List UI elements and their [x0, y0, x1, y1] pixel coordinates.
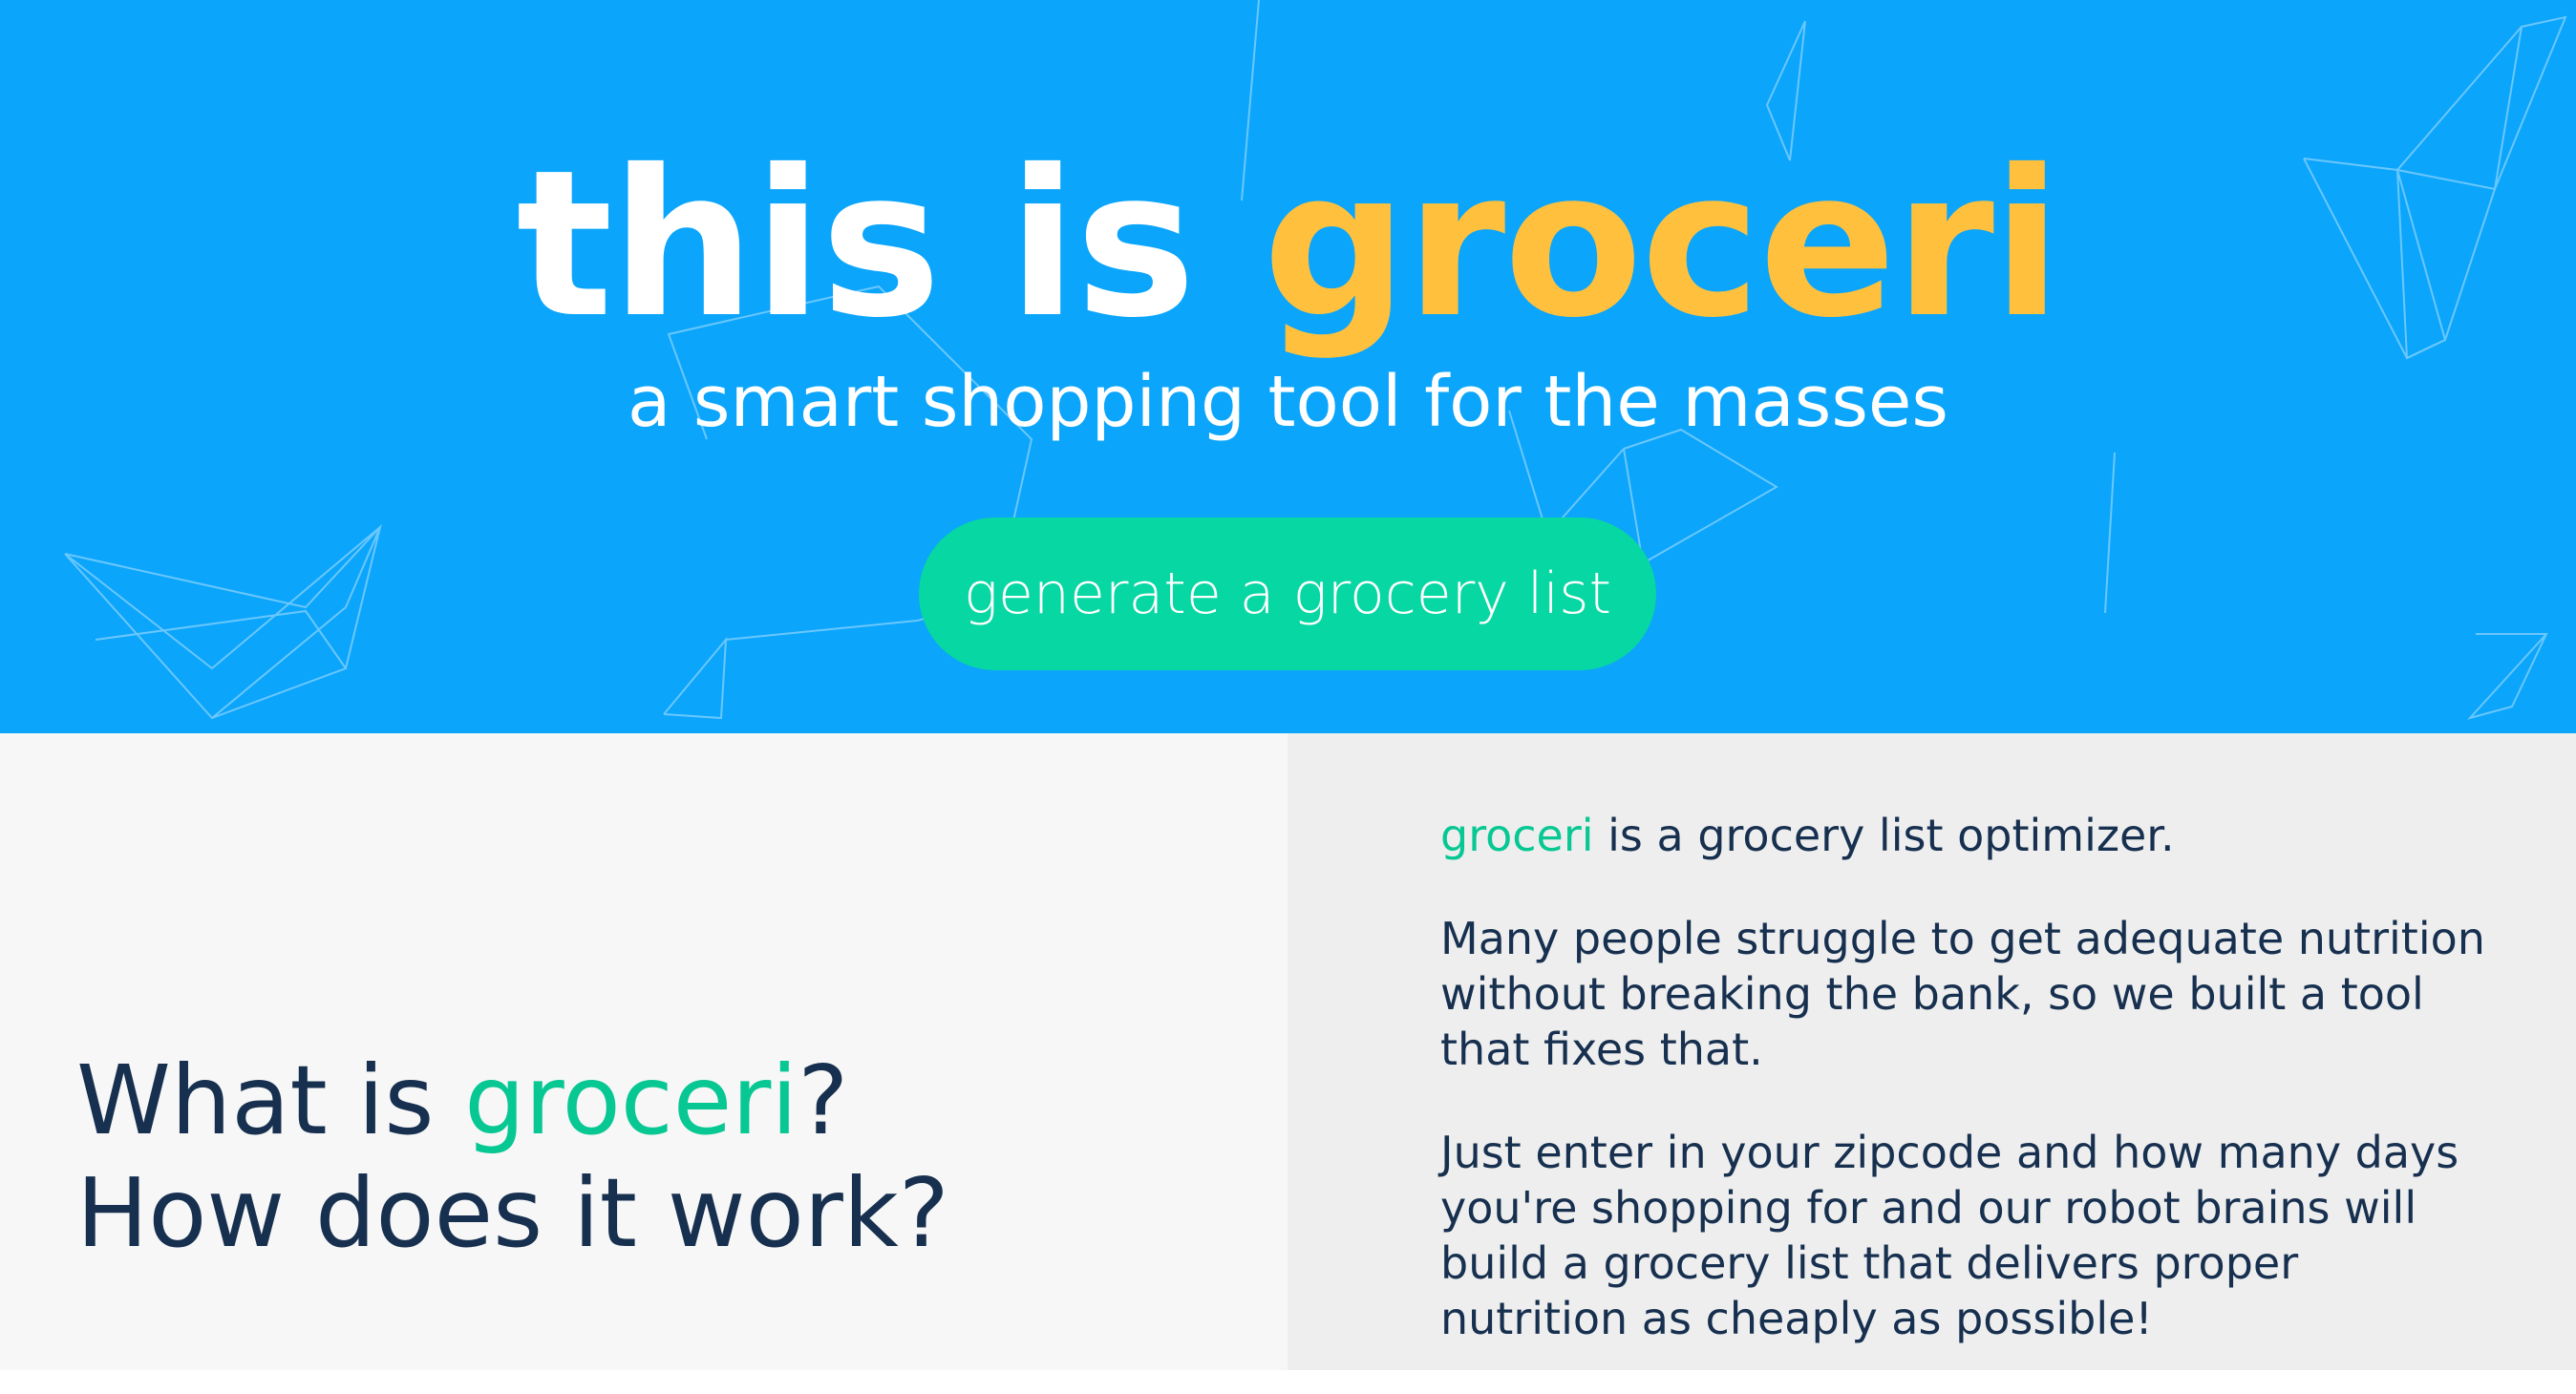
- description-panel: groceri is a grocery list optimizer. Man…: [1288, 733, 2576, 1370]
- hero-title-prefix: this is: [516, 126, 1263, 362]
- generate-grocery-list-button[interactable]: generate a grocery list: [919, 517, 1656, 670]
- what-is-panel: What is groceri? How does it work?: [0, 733, 1288, 1370]
- intro-rest: is a grocery list optimizer.: [1593, 810, 2175, 861]
- heading-line-1: What is groceri?: [76, 1045, 949, 1157]
- heading-brand: groceri: [464, 1045, 798, 1156]
- heading-suffix: ?: [798, 1045, 849, 1156]
- problem-paragraph: Many people struggle to get adequate nut…: [1440, 913, 2485, 1075]
- section-heading: What is groceri? How does it work?: [76, 1045, 949, 1270]
- hero-section: this is groceri a smart shopping tool fo…: [0, 0, 2576, 733]
- intro-brand: groceri: [1440, 810, 1594, 861]
- heading-line-2: How does it work?: [76, 1157, 949, 1269]
- description-text: groceri is a grocery list optimizer. Man…: [1440, 808, 2491, 1394]
- hero-title: this is groceri: [0, 143, 2576, 346]
- heading-prefix: What is: [76, 1045, 465, 1156]
- hero-subtitle: a smart shopping tool for the masses: [628, 361, 1948, 443]
- hero-title-brand: groceri: [1262, 126, 2062, 362]
- intro-paragraph: groceri is a grocery list optimizer.: [1440, 808, 2491, 863]
- how-it-works-paragraph: Just enter in your zipcode and how many …: [1440, 1127, 2459, 1344]
